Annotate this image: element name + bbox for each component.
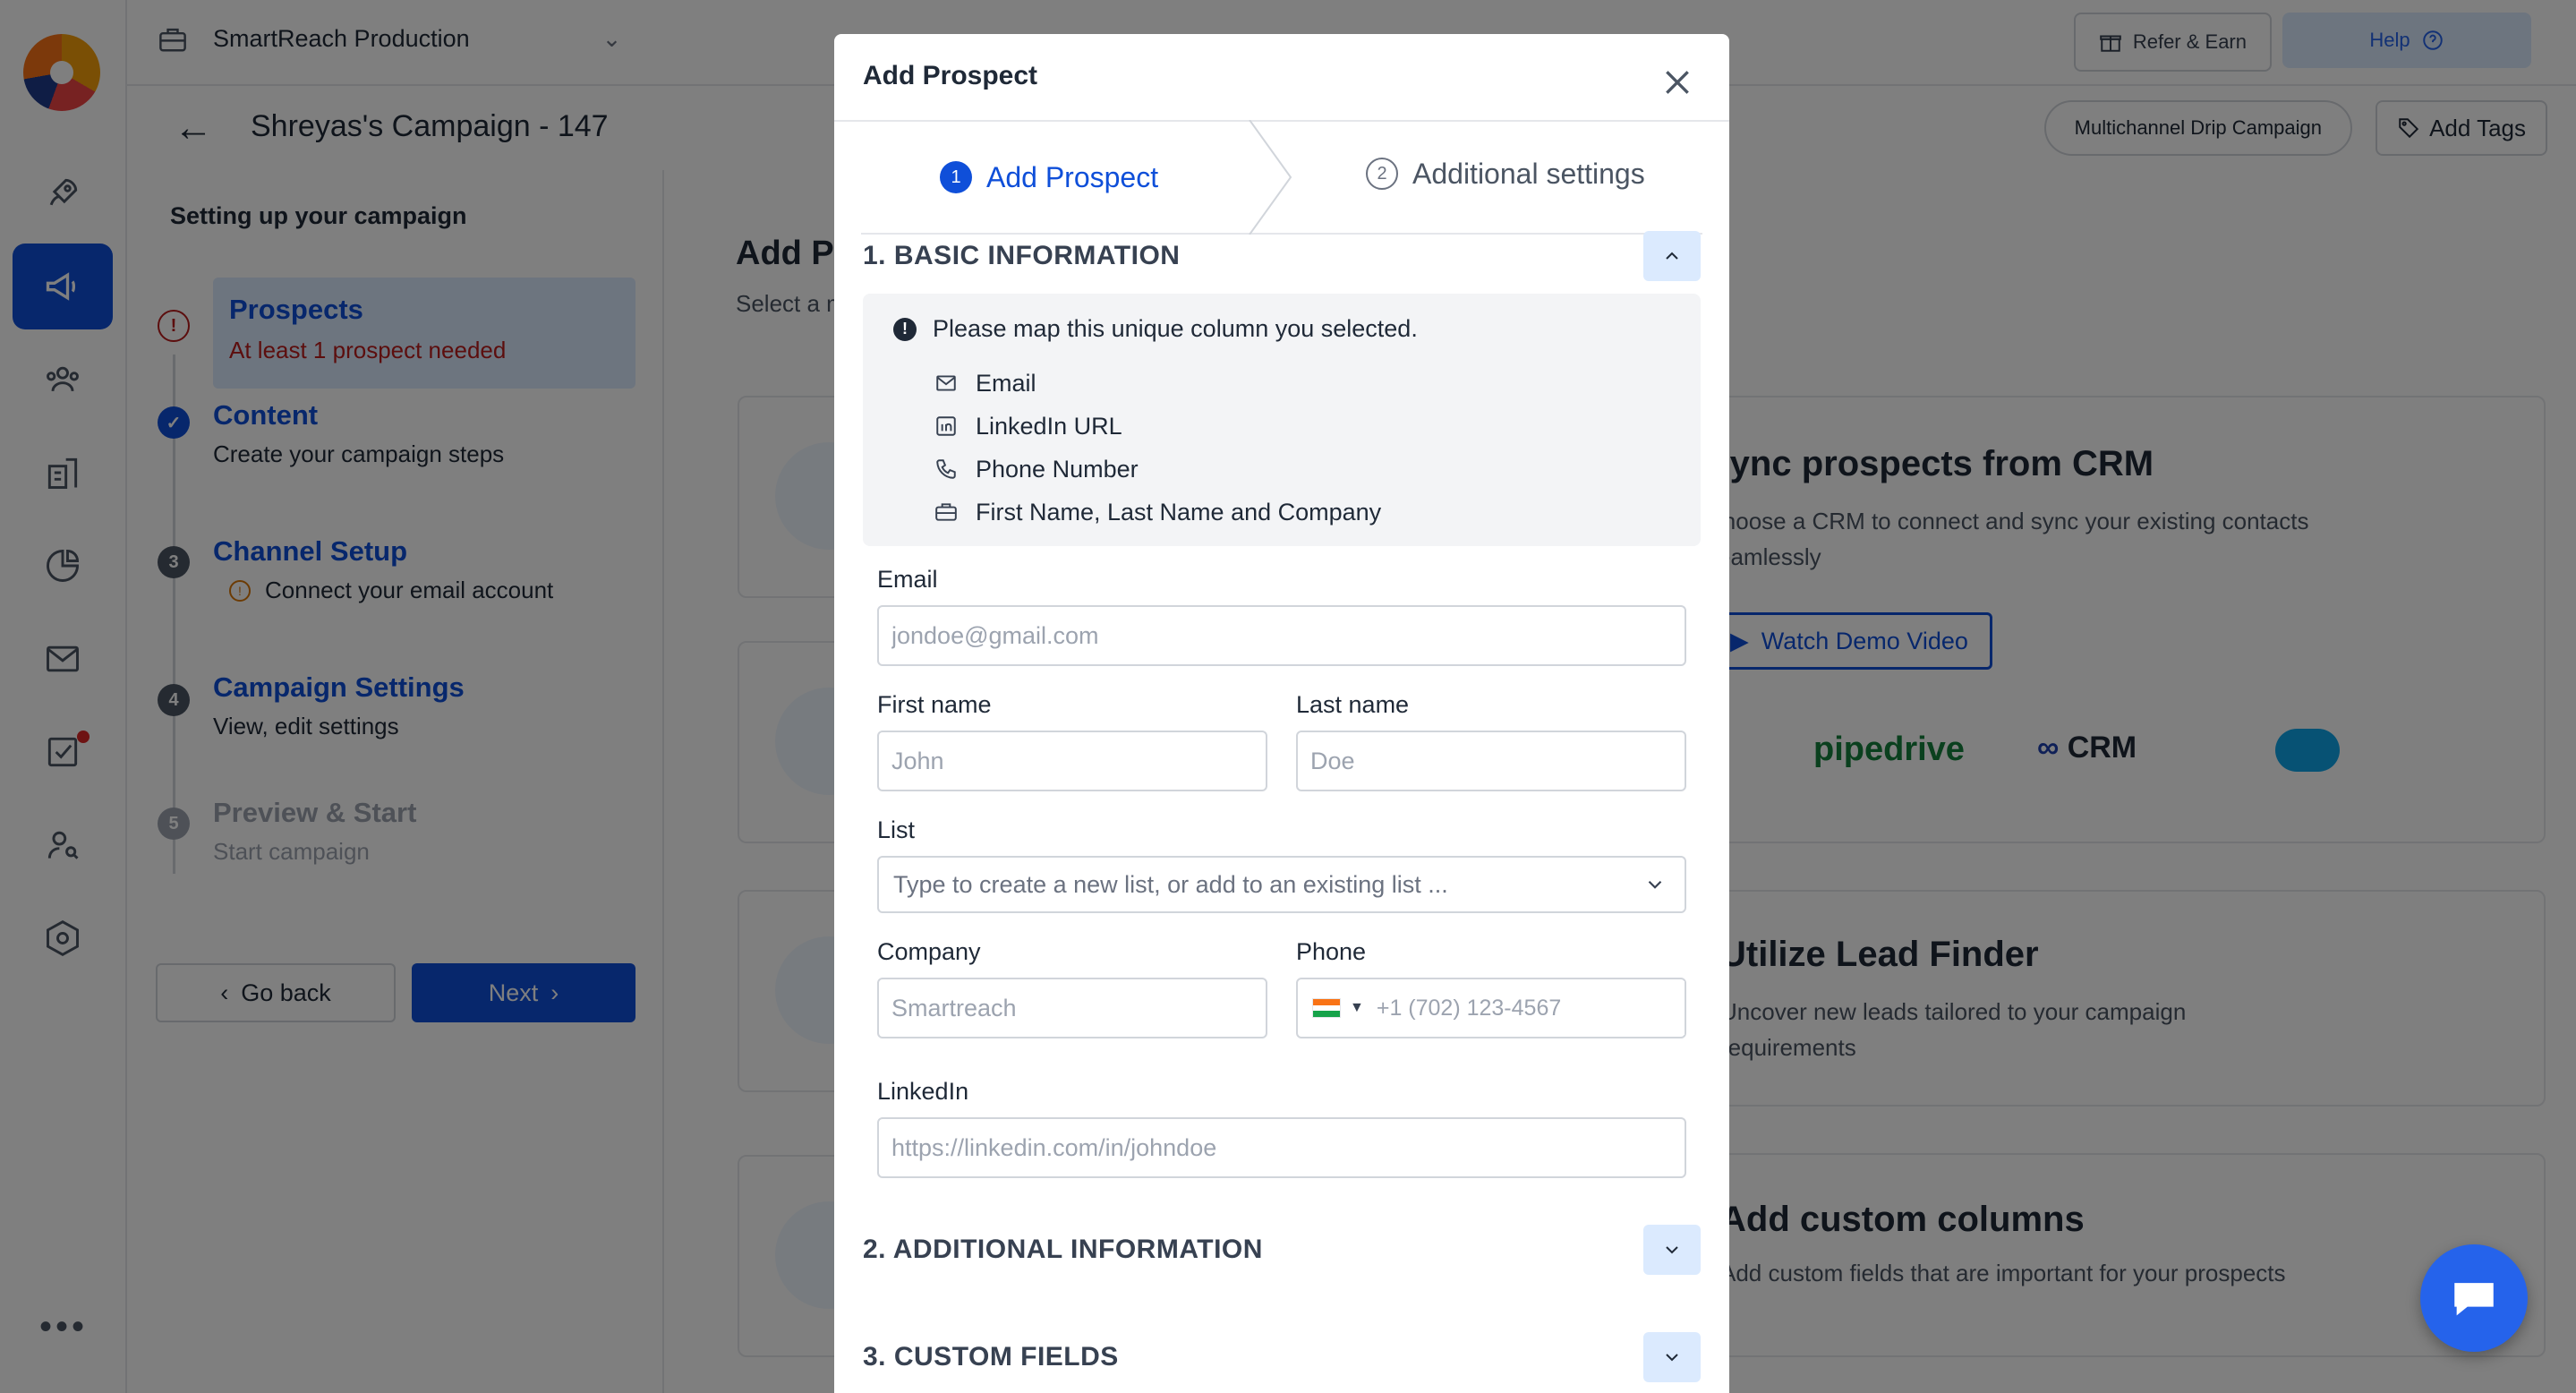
modal-title: Add Prospect xyxy=(863,61,1038,90)
list-select[interactable]: Type to create a new list, or add to an … xyxy=(877,856,1686,913)
chevron-up-icon xyxy=(1666,252,1678,260)
phone-label: Phone xyxy=(1296,938,1367,965)
list-item-label: First Name, Last Name and Company xyxy=(976,498,1382,526)
chat-icon xyxy=(2454,1283,2494,1316)
last-name-label: Last name xyxy=(1296,691,1410,718)
company-field[interactable] xyxy=(877,978,1267,1038)
wizard-step-label: Add Prospect xyxy=(986,160,1159,193)
email-field[interactable] xyxy=(877,605,1686,666)
company-label: Company xyxy=(877,938,981,965)
linkedin-icon xyxy=(936,416,956,436)
add-prospect-modal: Add Prospect 1 Add Prospect 2 Additional… xyxy=(834,34,1729,1393)
list-item-label: LinkedIn URL xyxy=(976,412,1122,440)
info-message: Please map this unique column you select… xyxy=(933,315,1418,342)
chat-support-button[interactable] xyxy=(2420,1244,2528,1352)
phone-field-wrapper: ▼ xyxy=(1296,978,1686,1038)
list-label: List xyxy=(877,816,916,843)
linkedin-field[interactable] xyxy=(877,1117,1686,1178)
additional-info-section-header[interactable]: 2. ADDITIONAL INFORMATION xyxy=(863,1223,1701,1277)
phone-field[interactable] xyxy=(1376,981,1685,1035)
section-title: 2. ADDITIONAL INFORMATION xyxy=(863,1235,1263,1264)
phone-icon xyxy=(936,459,956,479)
unique-column-info: ! Please map this unique column you sele… xyxy=(863,294,1701,546)
email-label: Email xyxy=(877,566,938,593)
list-item: Email xyxy=(934,362,1381,405)
wizard-step-add-prospect[interactable]: 1 Add Prospect xyxy=(940,122,1158,233)
last-name-field[interactable] xyxy=(1296,731,1686,791)
list-item: LinkedIn URL xyxy=(934,405,1381,448)
wizard-step-label: Additional settings xyxy=(1412,157,1645,190)
chevron-down-icon xyxy=(1648,880,1662,889)
first-name-field[interactable] xyxy=(877,731,1267,791)
expand-toggle[interactable] xyxy=(1643,1225,1701,1275)
wizard-chevron-divider xyxy=(1249,120,1292,235)
mail-icon xyxy=(936,375,956,391)
expand-toggle[interactable] xyxy=(1643,1332,1701,1382)
section-title: 1. BASIC INFORMATION xyxy=(863,241,1181,270)
basic-info-section-header[interactable]: 1. BASIC INFORMATION xyxy=(863,229,1701,283)
list-select-placeholder: Type to create a new list, or add to an … xyxy=(893,870,1448,898)
wizard-steps: 1 Add Prospect 2 Additional settings xyxy=(861,120,1702,235)
unique-column-list: Email LinkedIn URL Phone Number First Na… xyxy=(934,362,1381,534)
list-item: Phone Number xyxy=(934,448,1381,491)
list-item: First Name, Last Name and Company xyxy=(934,491,1381,534)
india-flag-icon[interactable] xyxy=(1312,998,1341,1018)
briefcase-icon xyxy=(935,503,957,521)
chevron-down-icon xyxy=(1666,1246,1678,1254)
info-message-row: ! Please map this unique column you sele… xyxy=(893,315,1418,343)
first-name-label: First name xyxy=(877,691,992,718)
list-item-label: Phone Number xyxy=(976,455,1139,483)
country-caret-icon[interactable]: ▼ xyxy=(1350,1000,1364,1016)
wizard-step-additional-settings[interactable]: 2 Additional settings xyxy=(1366,118,1645,229)
close-icon[interactable] xyxy=(1659,64,1695,100)
section-title: 3. CUSTOM FIELDS xyxy=(863,1342,1119,1372)
linkedin-label: LinkedIn xyxy=(877,1078,969,1105)
chevron-down-icon xyxy=(1666,1354,1678,1362)
wizard-step-number: 2 xyxy=(1366,158,1398,190)
list-item-label: Email xyxy=(976,369,1036,397)
alert-circle-icon: ! xyxy=(893,317,917,341)
wizard-step-number: 1 xyxy=(940,161,972,193)
custom-fields-section-header[interactable]: 3. CUSTOM FIELDS xyxy=(863,1330,1701,1384)
collapse-toggle[interactable] xyxy=(1643,231,1701,281)
